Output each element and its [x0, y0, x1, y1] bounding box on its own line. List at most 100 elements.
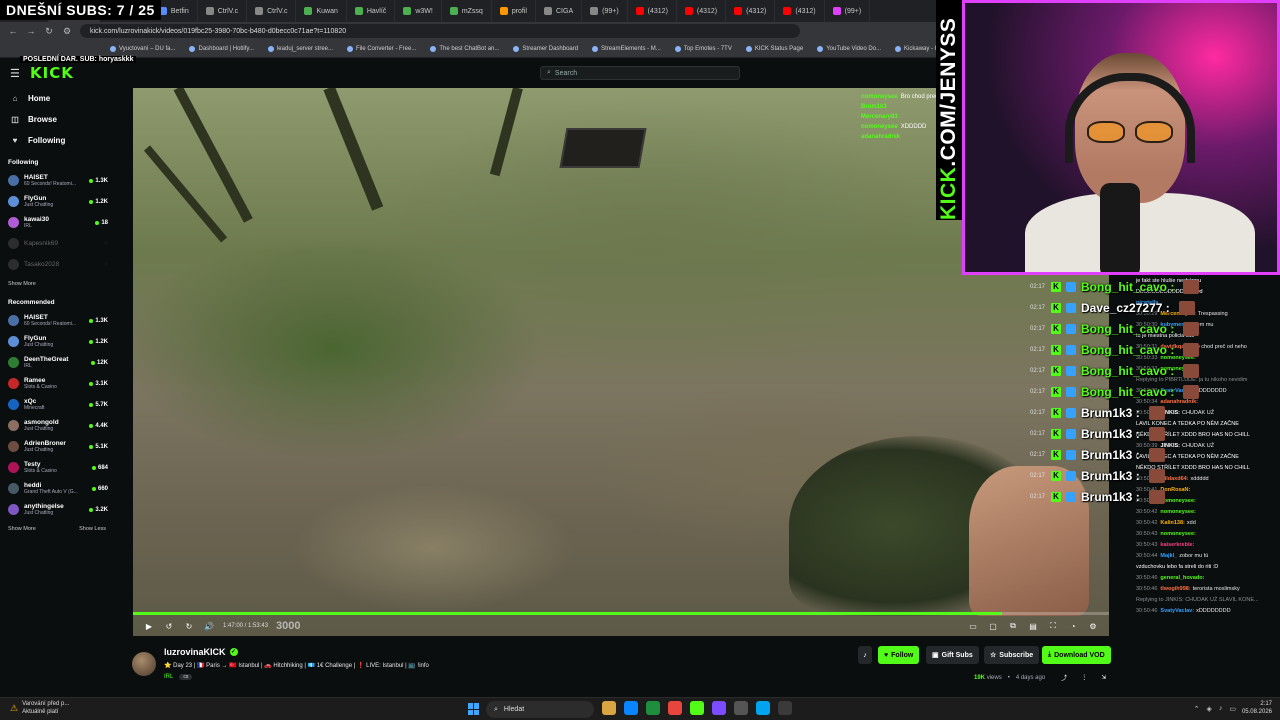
speed-icon[interactable]: ◔ — [1067, 622, 1079, 631]
bookmark[interactable]: The best ChatBot an... — [430, 45, 499, 52]
clock[interactable]: 2:17 05.08.2026 — [1242, 700, 1272, 716]
chat-username[interactable]: tlwogih998: — [1160, 586, 1190, 592]
share-icon[interactable]: ⤴ — [1061, 673, 1067, 682]
battery-icon[interactable]: ▭ — [1229, 705, 1236, 713]
bookmark[interactable]: Streamer Dashboard — [513, 45, 578, 52]
skip-back-icon[interactable]: ↺ — [163, 622, 175, 631]
sidebar-channel[interactable]: xQc Minecraft 5.7K — [0, 394, 112, 415]
taskbar-app-icon[interactable] — [756, 701, 770, 715]
theater-icon[interactable]: ▢ — [987, 622, 999, 631]
browser-tab[interactable]: (4312) — [628, 0, 677, 22]
sidebar-channel[interactable]: Tasako2028 ◌ — [0, 254, 112, 275]
sidebar-channel[interactable]: kawai30 IRL 18 — [0, 212, 112, 233]
taskbar-app-icon[interactable] — [690, 701, 704, 715]
tray-chevron-icon[interactable]: ⌃ — [1194, 705, 1200, 713]
sidebar-channel[interactable]: DeenTheGreat IRL 12K — [0, 352, 112, 373]
taskbar-app-icon[interactable] — [778, 701, 792, 715]
expand-icon[interactable]: ⇲ — [1101, 674, 1106, 681]
browser-tab[interactable]: CtrlV.c — [198, 0, 248, 22]
bookmark[interactable]: KICK Status Page — [745, 45, 803, 52]
sidebar-channel[interactable]: asmongold Just Chatting 4.4K — [0, 415, 112, 436]
more-icon[interactable]: ⋮ — [1081, 674, 1087, 681]
skip-forward-icon[interactable]: ↻ — [183, 622, 195, 631]
chat-username[interactable]: Majkl_ — [1160, 553, 1177, 559]
nav-following[interactable]: ♥ Following — [0, 130, 112, 151]
show-less-link[interactable]: Show Less — [79, 526, 106, 532]
bookmark[interactable]: leaduj_server stree... — [267, 45, 333, 52]
chat-username[interactable]: SvatyVaclav: — [1160, 608, 1194, 614]
play-icon[interactable]: ▶ — [143, 622, 155, 631]
sidebar-channel[interactable]: Testy Slots & Casino 684 — [0, 457, 112, 478]
bookmark[interactable]: Top Emotes - 7TV — [674, 45, 732, 52]
pip-icon[interactable]: ⧉ — [1007, 621, 1019, 631]
kick-logo[interactable]: KICK — [30, 64, 74, 82]
video-progress-bar[interactable] — [133, 612, 1109, 615]
volume-icon[interactable]: 🔊 — [203, 622, 215, 631]
chat-toggle-icon[interactable]: ▤ — [1027, 622, 1039, 631]
bookmark[interactable]: Vyuctovaní – DU fa... — [110, 45, 175, 52]
search-input[interactable]: ⌕ Search — [540, 66, 740, 80]
clip-icon[interactable]: ▭ — [967, 622, 979, 631]
browser-tab[interactable]: CtrlV.c — [247, 0, 297, 22]
chat-username[interactable]: general_hovado: — [1160, 575, 1204, 581]
browser-tab[interactable]: (4312) — [677, 0, 727, 22]
browser-tab[interactable]: w3W! — [395, 0, 442, 22]
nav-browse[interactable]: ◫ Browse — [0, 109, 112, 130]
reload-icon[interactable]: ↻ — [44, 26, 54, 37]
bookmark[interactable]: YouTube Video Do... — [817, 45, 881, 52]
sidebar-channel[interactable]: FlyGun Just Chatting 1.2K — [0, 191, 112, 212]
browser-tab[interactable]: (99+) — [825, 0, 871, 22]
browser-tab[interactable]: profil — [492, 0, 536, 22]
taskbar-app-icon[interactable] — [624, 701, 638, 715]
gift-subs-button[interactable]: ▣ Gift Subs — [926, 646, 979, 664]
sidebar-channel[interactable]: anythingelse Just Chatting 3.2K — [0, 499, 112, 520]
settings-icon[interactable]: ⚙ — [1087, 622, 1099, 631]
site-info-icon[interactable]: ⚙ — [62, 26, 72, 37]
sidebar-channel[interactable]: AdrienBroner Just Chatting 5.1K — [0, 436, 112, 457]
browser-tab[interactable]: Havlíč — [347, 0, 396, 22]
follow-button[interactable]: ♥ Follow — [878, 646, 920, 664]
show-more-link[interactable]: Show More — [8, 281, 36, 287]
back-icon[interactable]: ← — [8, 26, 18, 36]
sidebar-channel[interactable]: HAISET 60 Seconds! Reatomi... 1.3K — [0, 170, 112, 191]
taskbar-search[interactable]: ⌕ Hledat — [486, 701, 594, 718]
sidebar-channel[interactable]: Ramee Slots & Casino 3.1K — [0, 373, 112, 394]
download-vod-button[interactable]: ⤓ Download VOD — [1042, 646, 1111, 664]
network-icon[interactable]: ◈ — [1206, 705, 1211, 713]
taskbar-app-icon[interactable] — [646, 701, 660, 715]
chat-username[interactable]: nomoneysee: — [1160, 509, 1195, 515]
notifications-button[interactable]: ♪ — [858, 646, 872, 664]
bookmark[interactable]: File Converter - Free... — [347, 45, 416, 52]
stream-category[interactable]: IRL — [164, 674, 173, 680]
streamer-name[interactable]: luzrovinaKICK — [164, 647, 226, 657]
fullscreen-icon[interactable]: ⛶ — [1047, 621, 1059, 631]
browser-tab[interactable]: Kuwan — [296, 0, 347, 22]
windows-start-icon[interactable] — [468, 703, 480, 715]
sidebar-channel[interactable]: Kapesnik69 ◌ — [0, 233, 112, 254]
taskbar-app-icon[interactable] — [734, 701, 748, 715]
browser-tab[interactable]: mZssq — [442, 0, 492, 22]
browser-tab[interactable]: (99+) — [582, 0, 628, 22]
sidebar-channel[interactable]: heddi Grand Theft Auto V (G... 660 — [0, 478, 112, 499]
volume-icon[interactable]: ♪ — [1219, 705, 1223, 713]
browser-tab[interactable]: (4312) — [775, 0, 825, 22]
language-tag[interactable]: cs — [179, 674, 193, 680]
taskbar-app-icon[interactable] — [712, 701, 726, 715]
streamer-avatar[interactable] — [132, 652, 156, 676]
taskbar-app-icon[interactable] — [668, 701, 682, 715]
nav-home[interactable]: ⌂ Home — [0, 88, 112, 109]
show-more-link[interactable]: Show More — [8, 526, 36, 532]
chat-username[interactable]: Kalin138: — [1160, 520, 1184, 526]
menu-icon[interactable]: ☰ — [10, 67, 22, 80]
url-field[interactable]: kick.com/luzrovinakick/videos/019fbc25-3… — [80, 24, 800, 38]
taskbar-app-icon[interactable] — [602, 701, 616, 715]
sidebar-channel[interactable]: FlyGun Just Chatting 1.2K — [0, 331, 112, 352]
forward-icon[interactable]: → — [26, 26, 36, 36]
weather-widget[interactable]: ⚠ Varování před p... Aktuálně platí — [10, 700, 69, 716]
browser-tab[interactable]: (4312) — [726, 0, 776, 22]
chat-username[interactable]: kaiserkreble: — [1160, 542, 1194, 548]
bookmark[interactable]: Dashboard | Hotlify... — [189, 45, 254, 52]
bookmark[interactable]: StreamElements - M... — [592, 45, 661, 52]
sidebar-channel[interactable]: HAISET 60 Seconds! Reatomi... 1.3K — [0, 310, 112, 331]
browser-tab[interactable]: CIGA — [536, 0, 583, 22]
